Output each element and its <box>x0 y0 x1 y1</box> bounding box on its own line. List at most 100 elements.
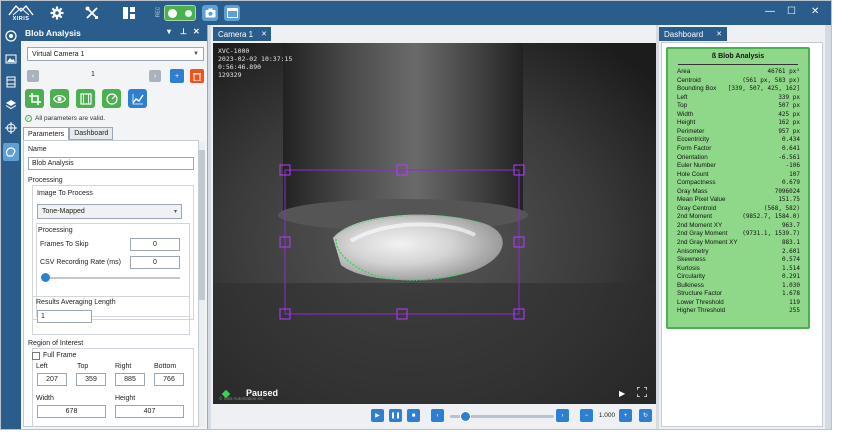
camera-icon <box>205 8 215 18</box>
metric-value: 957 px <box>778 127 800 135</box>
metric-label: Top <box>677 102 688 110</box>
parameters-scrollbar[interactable] <box>199 142 205 427</box>
name-input[interactable]: Blob Analysis <box>28 157 194 170</box>
scrollbar-thumb[interactable] <box>199 150 205 300</box>
tab-dashboard-panel[interactable]: Dashboard ✕ <box>659 27 727 41</box>
panel-pin-icon[interactable]: ⊥ <box>180 27 187 36</box>
metric-row: Bounding Box [339, 507, 425, 162] <box>677 85 800 94</box>
camera-select-value: Virtual Camera 1 <box>32 50 85 58</box>
metric-value: 0.679 <box>781 179 800 187</box>
app-window: XIRIS REC — ☐ ✕ Blob Analysis ▾ ⊥ ✕ Virt… <box>0 0 832 430</box>
camera-viewer: Camera 1 ✕ XVC-1000 2023-02-02 10:37:15 … <box>211 25 656 429</box>
metric-value: 0.434 <box>781 136 800 144</box>
name-label: Name <box>28 146 47 153</box>
seek-slider-thumb[interactable] <box>459 411 471 422</box>
metric-value: 1.514 <box>781 264 800 272</box>
metric-value: 883.1 <box>781 239 800 246</box>
rail-blob-button[interactable] <box>3 143 19 161</box>
loop-button[interactable]: ↻ <box>639 409 652 422</box>
metric-row: 2nd Gray Moment (9731.1, 1539.7) <box>677 230 800 239</box>
page-index: 1 <box>91 71 95 78</box>
csv-rate-slider-track[interactable] <box>44 277 180 279</box>
csv-rate-input[interactable]: 0 <box>130 256 180 269</box>
metric-row: Orientation -6.561 <box>677 154 800 163</box>
roi-height-input[interactable]: 407 <box>115 405 184 418</box>
panel-dropdown-icon[interactable]: ▾ <box>167 27 171 36</box>
metric-row: Width 425 px <box>677 111 800 120</box>
roi-bottom-label: Bottom <box>154 363 177 370</box>
panel-title: Blob Analysis <box>25 28 81 38</box>
seek-slider[interactable] <box>450 411 554 422</box>
tab-close-icon[interactable]: ✕ <box>261 30 267 38</box>
dashboard-panel: Dashboard ✕ ß Blob Analysis Area 46761 px… <box>659 25 825 429</box>
play-button[interactable]: ▶ <box>371 409 384 422</box>
add-analysis-button[interactable]: + <box>170 69 184 83</box>
crop-roi-button[interactable] <box>25 89 44 108</box>
camera-image[interactable]: XVC-1000 2023-02-02 10:37:15 0:56:46.890… <box>213 43 656 404</box>
rail-image-button[interactable] <box>4 52 18 66</box>
rail-layers-button[interactable] <box>4 98 18 112</box>
roi-left-input[interactable]: 207 <box>37 373 67 386</box>
chevron-down-icon: ▾ <box>173 209 177 215</box>
logo-text: XIRIS <box>12 16 30 22</box>
speed-increase-button[interactable]: + <box>619 409 632 422</box>
step-forward-button[interactable]: › <box>556 409 569 422</box>
speed-decrease-button[interactable]: − <box>580 409 593 422</box>
step-back-button[interactable]: ‹ <box>431 409 444 422</box>
tab-close-icon[interactable]: ✕ <box>716 30 722 38</box>
blob-analysis-panel: Blob Analysis ▾ ⊥ ✕ Virtual Camera 1 ▼ ‹… <box>21 25 208 429</box>
rail-measure-button[interactable] <box>4 121 18 135</box>
pause-button[interactable]: ❚❚ <box>389 409 402 422</box>
record-toggle[interactable] <box>164 5 196 21</box>
camera-select[interactable]: Virtual Camera 1 ▼ <box>27 47 204 61</box>
video-button[interactable] <box>76 89 95 108</box>
close-window-button[interactable]: ✕ <box>811 6 819 17</box>
tools-icon <box>85 6 98 19</box>
metric-value: 507 px <box>778 102 800 110</box>
timing-button[interactable] <box>102 89 121 108</box>
blob-analysis-card: ß Blob Analysis Area 46761 px² Centroid (56… <box>666 47 810 329</box>
image-to-process-select[interactable]: Tone-Mapped ▾ <box>37 204 182 219</box>
tab-camera-1[interactable]: Camera 1 ✕ <box>213 27 271 41</box>
stop-button[interactable]: ■ <box>407 409 420 422</box>
film-strip-icon <box>79 92 92 105</box>
overlay-play-icon[interactable]: ▶ <box>619 389 625 398</box>
chart-button[interactable] <box>128 89 147 108</box>
next-button[interactable]: › <box>149 70 161 82</box>
view-button[interactable] <box>50 89 69 108</box>
rail-video-button[interactable] <box>4 75 18 89</box>
snapshot-button[interactable] <box>202 5 218 21</box>
metric-label: Anisometry <box>677 247 709 255</box>
layers-icon <box>5 100 17 110</box>
tools-button[interactable] <box>83 4 101 22</box>
metric-value: 107 <box>789 170 800 178</box>
minimize-button[interactable]: — <box>765 6 775 17</box>
rail-analysis-button[interactable] <box>4 29 18 43</box>
full-frame-checkbox[interactable] <box>32 352 40 360</box>
parameters-form: Name Blob Analysis Processing Image To P… <box>23 140 199 427</box>
tab-dashboard[interactable]: Dashboard <box>69 127 114 140</box>
crop-icon <box>28 92 41 105</box>
prev-button[interactable]: ‹ <box>27 70 39 82</box>
validation-text: All parameters are valid. <box>35 115 106 122</box>
tab-parameters[interactable]: Parameters <box>23 127 70 140</box>
metric-value: 119 <box>789 298 800 306</box>
roi-top-input[interactable]: 359 <box>76 373 106 386</box>
roi-left-label: Left <box>36 363 48 370</box>
roi-right-input[interactable]: 885 <box>115 373 145 386</box>
roi-width-input[interactable]: 678 <box>37 405 106 418</box>
settings-gear-button[interactable] <box>48 4 66 22</box>
metric-row: Area 46761 px² <box>677 68 800 77</box>
results-avg-input[interactable]: 1 <box>37 310 92 323</box>
maximize-button[interactable]: ☐ <box>787 6 796 17</box>
frames-to-skip-input[interactable]: 0 <box>130 238 180 251</box>
panel-close-icon[interactable]: ✕ <box>193 27 200 36</box>
csv-rate-slider-thumb[interactable] <box>41 273 50 282</box>
roi-bottom-input[interactable]: 766 <box>154 373 184 386</box>
fullscreen-button[interactable] <box>636 386 648 398</box>
metric-value: 162 px <box>778 119 800 127</box>
delete-analysis-button[interactable] <box>190 69 204 83</box>
metric-row: Anisometry 2.601 <box>677 248 800 257</box>
window-button[interactable] <box>224 5 240 21</box>
layout-button[interactable] <box>120 4 138 22</box>
